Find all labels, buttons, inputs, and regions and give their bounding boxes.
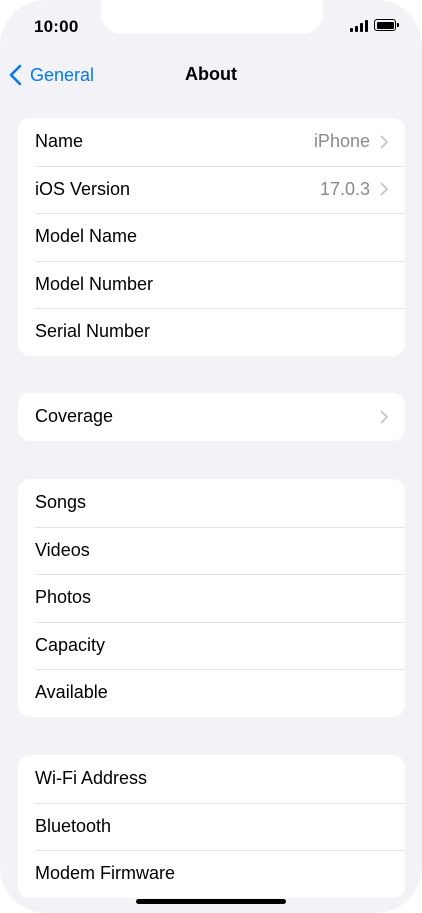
settings-row-songs[interactable]: Songs	[18, 479, 405, 527]
row-label: Capacity	[35, 634, 106, 655]
battery-icon	[374, 19, 399, 31]
settings-row-photos[interactable]: Photos	[18, 574, 405, 622]
settings-row-serial-number[interactable]: Serial Number	[18, 308, 405, 356]
settings-row-available[interactable]: Available	[18, 669, 405, 717]
page-title: About	[185, 64, 237, 84]
chevron-right-icon	[380, 135, 388, 149]
row-label: Serial Number	[35, 321, 151, 342]
row-label: Name	[35, 131, 84, 152]
phone-screen: 10:00 General About Name iPhone iOS Vers…	[0, 0, 422, 913]
media-group: Songs Videos Photos Capacity Available	[18, 479, 405, 717]
settings-row-model-name[interactable]: Model Name	[18, 213, 405, 261]
settings-row-name[interactable]: Name iPhone	[18, 118, 405, 166]
row-label: Model Name	[35, 226, 138, 247]
notch	[101, 0, 323, 34]
row-label: Videos	[35, 539, 90, 560]
settings-row-capacity[interactable]: Capacity	[18, 621, 405, 670]
navigation-bar: General About	[0, 52, 422, 98]
status-time: 10:00	[34, 17, 79, 36]
status-bar: 10:00	[0, 0, 422, 52]
row-value: 17.0.3	[319, 178, 370, 199]
row-label: Coverage	[35, 406, 114, 427]
chevron-right-icon	[380, 182, 388, 196]
row-label: Available	[35, 682, 108, 703]
settings-row-coverage[interactable]: Coverage	[18, 393, 405, 441]
row-label: iOS Version	[35, 178, 131, 199]
coverage-group: Coverage	[18, 393, 405, 441]
settings-row-wifi-address[interactable]: Wi-Fi Address	[18, 755, 405, 803]
row-label: Model Number	[35, 273, 154, 294]
home-indicator[interactable]	[136, 899, 286, 904]
settings-row-model-number[interactable]: Model Number	[18, 260, 405, 309]
row-label: Bluetooth	[35, 815, 112, 836]
chevron-right-icon	[380, 410, 388, 424]
row-label: Wi-Fi Address	[35, 768, 148, 789]
row-label: Songs	[35, 492, 87, 513]
row-value: iPhone	[313, 131, 370, 152]
settings-row-modem-firmware[interactable]: Modem Firmware	[18, 850, 405, 898]
cellular-signal-icon	[350, 20, 369, 32]
network-group: Wi-Fi Address Bluetooth Modem Firmware	[18, 755, 405, 898]
settings-row-videos[interactable]: Videos	[18, 526, 405, 575]
settings-row-ios-version[interactable]: iOS Version 17.0.3	[18, 165, 405, 214]
settings-row-bluetooth[interactable]: Bluetooth	[18, 802, 405, 851]
row-label: Modem Firmware	[35, 863, 176, 884]
device-info-group: Name iPhone iOS Version 17.0.3 Model Nam…	[18, 118, 405, 356]
row-label: Photos	[35, 587, 92, 608]
